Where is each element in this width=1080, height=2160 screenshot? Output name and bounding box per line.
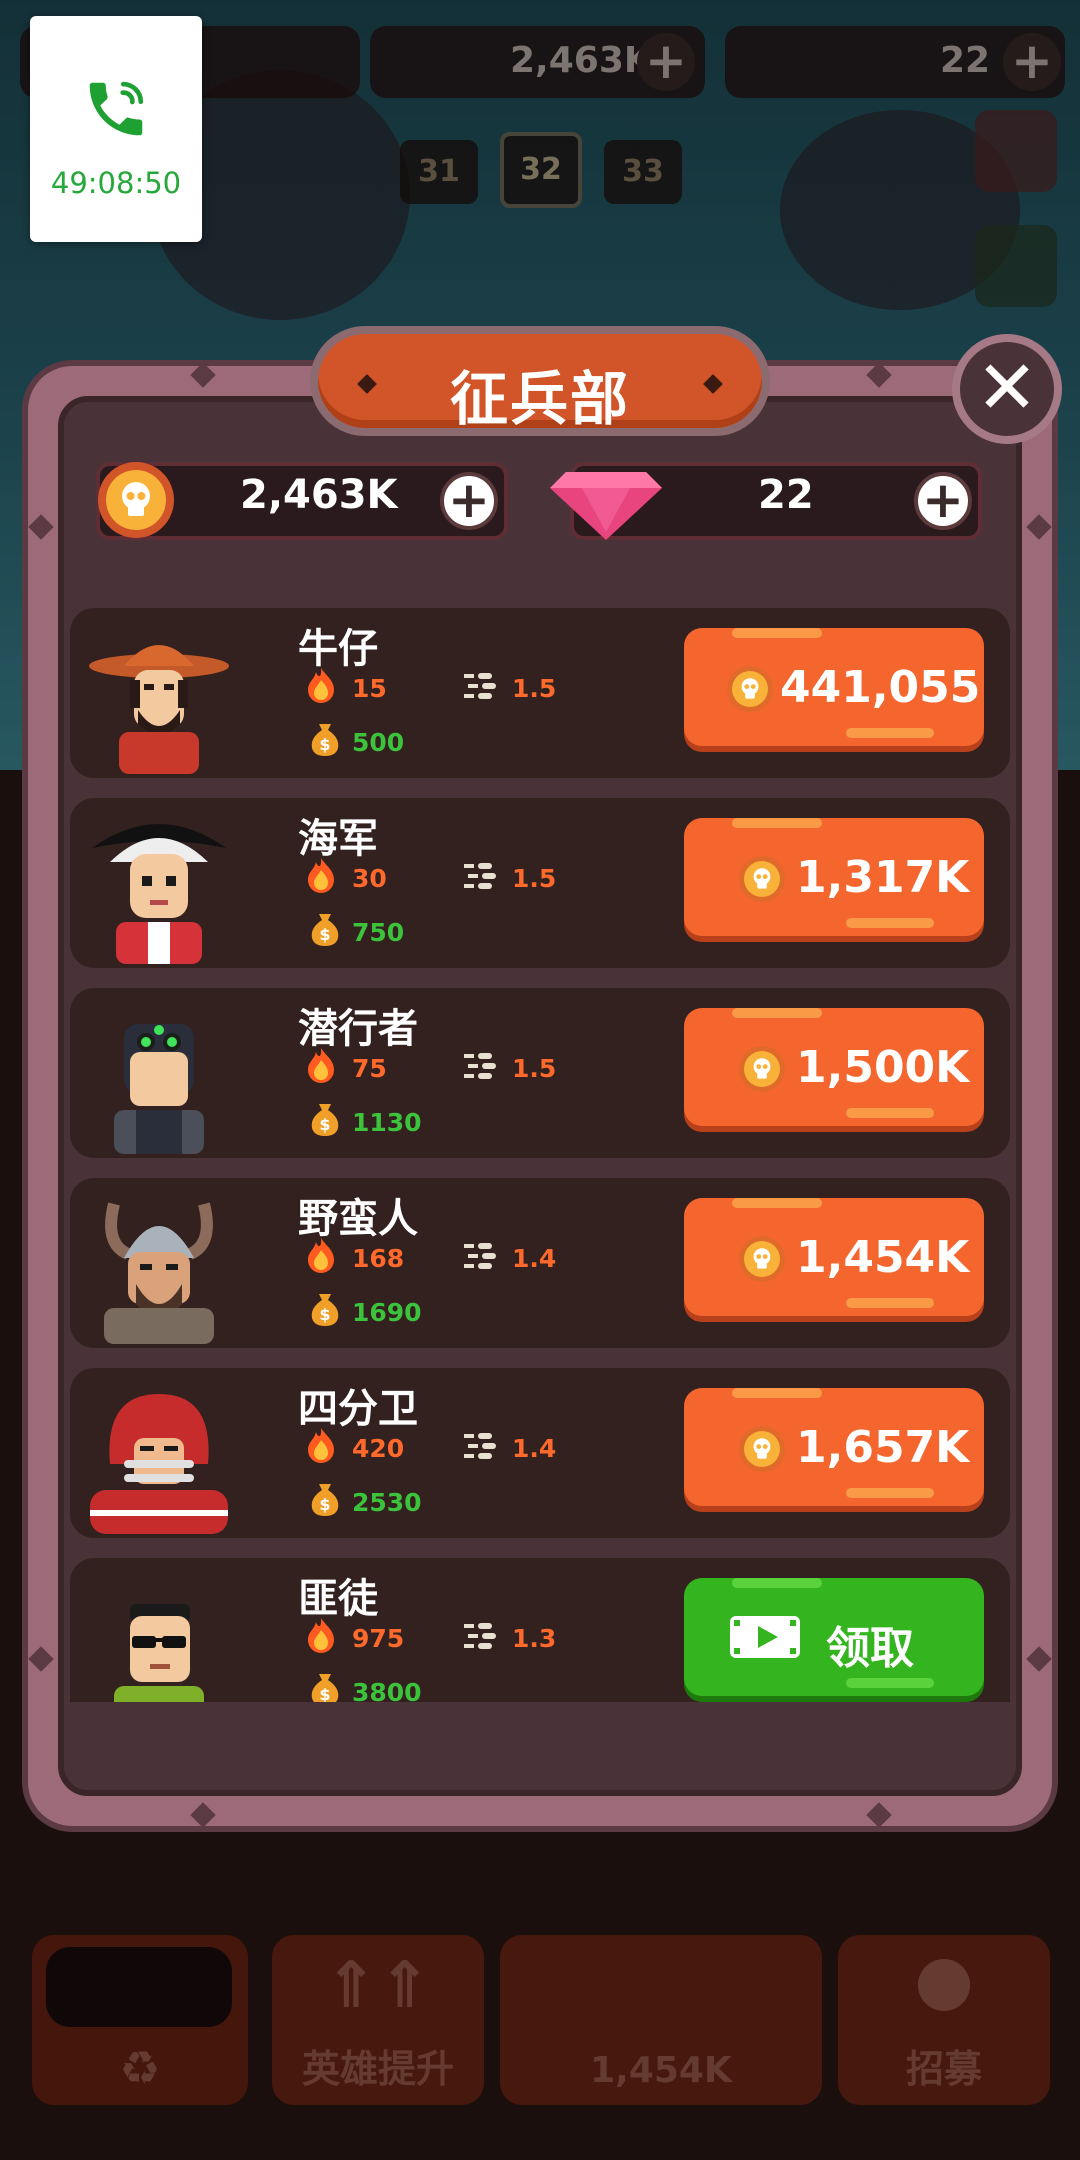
money-bag-icon: $ bbox=[308, 720, 342, 756]
fire-rate-icon bbox=[464, 1622, 504, 1652]
button-highlight bbox=[846, 1298, 934, 1308]
add-gems-button[interactable]: + bbox=[914, 472, 972, 530]
video-icon bbox=[728, 1612, 802, 1662]
hero-price: 1,454K bbox=[796, 1232, 970, 1283]
button-highlight bbox=[732, 1008, 822, 1018]
hero-price: 1,317K bbox=[796, 852, 970, 903]
skull-coin-icon bbox=[738, 1425, 786, 1473]
hero-price: 1,657K bbox=[796, 1422, 970, 1473]
hero-row: 潜行者 75 1.5 $1130 1,500K bbox=[70, 988, 1010, 1158]
add-coins-button[interactable]: + bbox=[440, 472, 498, 530]
svg-text:$: $ bbox=[319, 925, 330, 944]
hero-income: 500 bbox=[352, 728, 405, 757]
phone-call-icon bbox=[89, 81, 144, 136]
hero-fire-rate: 1.5 bbox=[512, 864, 557, 893]
hero-fire-rate: 1.5 bbox=[512, 1054, 557, 1083]
hero-income: 1690 bbox=[352, 1298, 422, 1327]
call-overlay[interactable]: 49:08:50 bbox=[30, 16, 202, 242]
hero-avatar bbox=[84, 614, 234, 774]
skull-coin-icon bbox=[738, 1045, 786, 1093]
fire-power-icon bbox=[304, 856, 338, 894]
hero-income: 3800 bbox=[352, 1678, 422, 1702]
dialog-title: 征兵部 bbox=[449, 365, 630, 433]
fire-power-icon bbox=[304, 1426, 338, 1464]
hero-avatar bbox=[84, 994, 234, 1154]
money-bag-icon: $ bbox=[308, 1100, 342, 1136]
svg-text:$: $ bbox=[319, 1495, 330, 1514]
button-highlight bbox=[732, 1578, 822, 1588]
button-highlight bbox=[846, 1488, 934, 1498]
skull-coin-icon bbox=[98, 462, 174, 538]
hero-power: 168 bbox=[352, 1244, 405, 1273]
fire-rate-icon bbox=[464, 1052, 504, 1082]
hero-power: 30 bbox=[352, 864, 387, 893]
close-button[interactable]: ✕ bbox=[952, 334, 1062, 444]
fire-power-icon bbox=[304, 1236, 338, 1274]
gem-icon bbox=[550, 472, 662, 540]
hero-avatar bbox=[84, 1564, 234, 1702]
svg-text:$: $ bbox=[319, 1685, 330, 1702]
hero-power: 975 bbox=[352, 1624, 405, 1653]
hero-row: 海军 30 1.5 $750 1,317K bbox=[70, 798, 1010, 968]
money-bag-icon: $ bbox=[308, 1670, 342, 1702]
game-screen: 2,463K + 22 + 31 32 33 ♻ ⇑⇑ 英雄提升 1,454K … bbox=[0, 0, 1080, 2160]
coin-balance-value: 2,463K bbox=[240, 472, 398, 518]
button-highlight bbox=[846, 918, 934, 928]
hero-row: 匪徒 975 1.3 $3800 领取 bbox=[70, 1558, 1010, 1702]
money-bag-icon: $ bbox=[308, 1480, 342, 1516]
button-highlight bbox=[846, 728, 934, 738]
skull-coin-icon bbox=[738, 1235, 786, 1283]
svg-text:$: $ bbox=[319, 1115, 330, 1134]
hire-hero-button[interactable]: 1,317K bbox=[684, 818, 984, 936]
svg-text:$: $ bbox=[319, 1305, 330, 1324]
hire-hero-button[interactable]: 1,454K bbox=[684, 1198, 984, 1316]
hero-fire-rate: 1.3 bbox=[512, 1624, 557, 1653]
money-bag-icon: $ bbox=[308, 910, 342, 946]
hero-income: 750 bbox=[352, 918, 405, 947]
fire-power-icon bbox=[304, 666, 338, 704]
button-highlight bbox=[732, 1198, 822, 1208]
skull-coin-icon bbox=[726, 665, 774, 713]
hero-power: 15 bbox=[352, 674, 387, 703]
hero-row: 野蛮人 168 1.4 $1690 1,454K bbox=[70, 1178, 1010, 1348]
hero-price: 441,055 bbox=[780, 662, 981, 713]
hero-income: 2530 bbox=[352, 1488, 422, 1517]
fire-rate-icon bbox=[464, 1242, 504, 1272]
claim-video-button[interactable]: 领取 bbox=[684, 1578, 984, 1696]
claim-label: 领取 bbox=[826, 1623, 914, 1674]
hire-hero-button[interactable]: 1,500K bbox=[684, 1008, 984, 1126]
hero-avatar bbox=[84, 804, 234, 964]
fire-power-icon bbox=[304, 1616, 338, 1654]
hire-hero-button[interactable]: 441,055 bbox=[684, 628, 984, 746]
button-highlight bbox=[732, 628, 822, 638]
hero-row: 牛仔 15 1.5 $500 441,055 bbox=[70, 608, 1010, 778]
hero-price: 1,500K bbox=[796, 1042, 970, 1093]
svg-text:$: $ bbox=[319, 735, 330, 754]
close-icon: ✕ bbox=[975, 345, 1038, 431]
gem-balance-value: 22 bbox=[758, 472, 814, 518]
button-highlight bbox=[732, 1388, 822, 1398]
hero-power: 75 bbox=[352, 1054, 387, 1083]
hero-avatar bbox=[84, 1184, 234, 1344]
fire-rate-icon bbox=[464, 1432, 504, 1462]
hero-fire-rate: 1.5 bbox=[512, 674, 557, 703]
hero-income: 1130 bbox=[352, 1108, 422, 1137]
call-timer: 49:08:50 bbox=[50, 166, 182, 200]
dialog-title-banner: 征兵部 bbox=[310, 326, 770, 436]
button-highlight bbox=[846, 1108, 934, 1118]
hero-fire-rate: 1.4 bbox=[512, 1244, 557, 1273]
fire-rate-icon bbox=[464, 672, 504, 702]
button-highlight bbox=[732, 818, 822, 828]
skull-coin-icon bbox=[738, 855, 786, 903]
hero-avatar bbox=[84, 1374, 234, 1534]
money-bag-icon: $ bbox=[308, 1290, 342, 1326]
fire-power-icon bbox=[304, 1046, 338, 1084]
hero-list[interactable]: 牛仔 15 1.5 $500 441,055 海军 30 1.5 $750 1,317K 潜行者 75… bbox=[70, 608, 1010, 1702]
fire-rate-icon bbox=[464, 862, 504, 892]
hire-hero-button[interactable]: 1,657K bbox=[684, 1388, 984, 1506]
hero-power: 420 bbox=[352, 1434, 405, 1463]
hero-fire-rate: 1.4 bbox=[512, 1434, 557, 1463]
hero-row: 四分卫 420 1.4 $2530 1,657K bbox=[70, 1368, 1010, 1538]
button-highlight bbox=[846, 1678, 934, 1688]
